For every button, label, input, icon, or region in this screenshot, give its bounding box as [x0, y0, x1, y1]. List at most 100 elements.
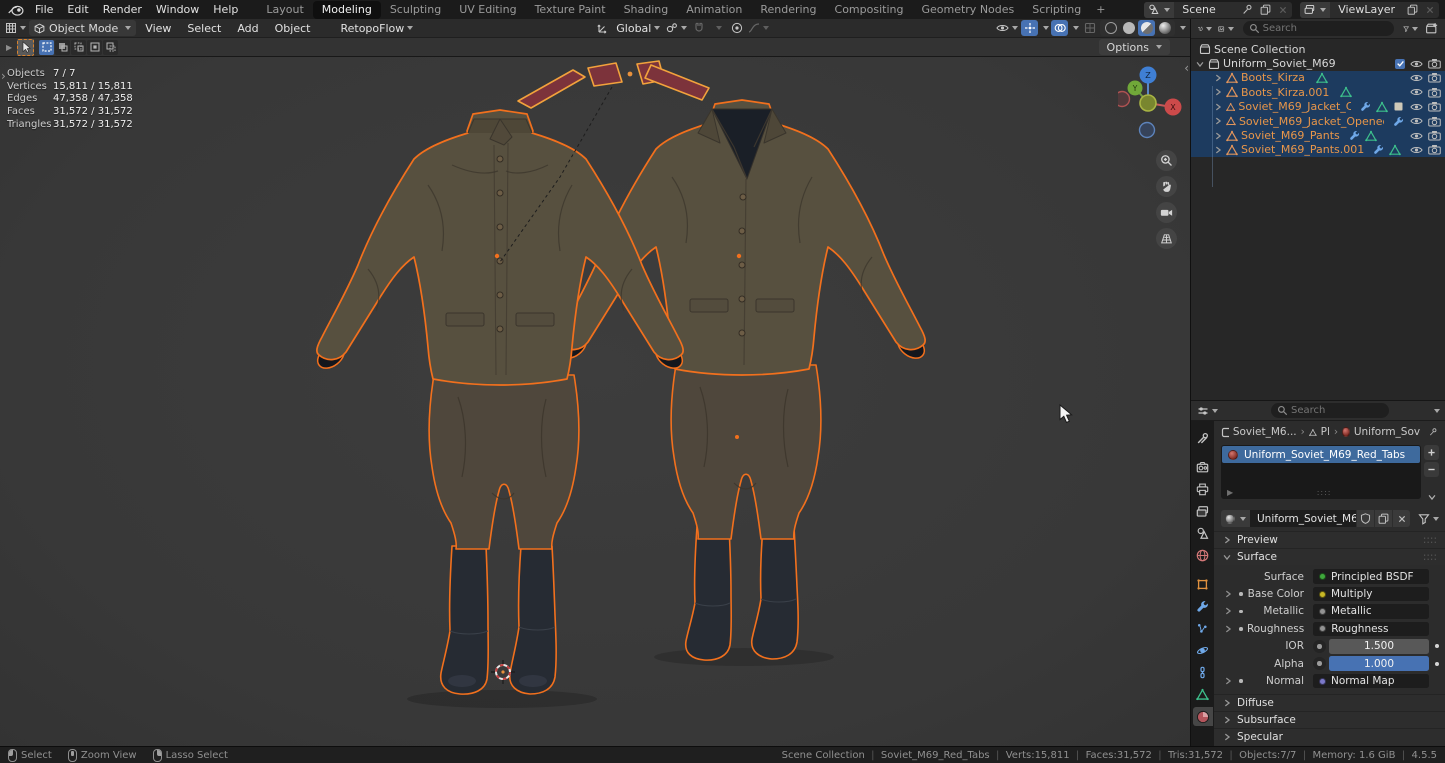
disable-render-icon[interactable] — [1428, 130, 1441, 141]
proportional-editing-toggle[interactable] — [728, 20, 745, 36]
object-name[interactable]: Soviet_M69_Jacket_Closed — [1238, 100, 1351, 113]
material-slot-item[interactable]: Uniform_Soviet_M69_Red_Tabs — [1222, 446, 1420, 463]
breadcrumb-material[interactable]: Uniform_Soviet_... — [1354, 426, 1422, 438]
select-mode-invert[interactable] — [87, 40, 102, 55]
pivot-point-dropdown[interactable] — [665, 20, 688, 36]
tab-output[interactable] — [1193, 480, 1213, 499]
blender-logo-icon[interactable] — [8, 3, 24, 17]
add-workspace-button[interactable]: + — [1090, 1, 1111, 18]
navigation-gizmo[interactable]: Z Y X — [1118, 61, 1182, 254]
panel-surface[interactable]: Surface :::: — [1214, 548, 1445, 565]
tab-view-layer[interactable] — [1193, 502, 1213, 521]
tab-scripting[interactable]: Scripting — [1023, 1, 1090, 19]
tab-scene[interactable] — [1193, 524, 1213, 543]
disable-render-icon[interactable] — [1428, 87, 1441, 98]
ior-slider[interactable]: 1.500 — [1329, 639, 1429, 654]
fake-user-shield-button[interactable] — [1356, 510, 1374, 527]
outliner-row-object[interactable]: Soviet_M69_Jacket_Closed — [1191, 100, 1445, 114]
new-collection-button[interactable] — [1423, 21, 1440, 37]
menu-file[interactable]: File — [28, 3, 60, 16]
collection-checkbox[interactable] — [1395, 59, 1405, 69]
menu-edit[interactable]: Edit — [60, 3, 95, 16]
menu-help[interactable]: Help — [206, 3, 245, 16]
outliner-search-input[interactable] — [1243, 21, 1394, 36]
add-material-slot-button[interactable] — [1424, 445, 1439, 460]
toolbar-toggle-chevron[interactable]: › — [1, 71, 6, 81]
panel-specular[interactable]: Specular — [1214, 728, 1445, 745]
outliner-row-object[interactable]: Soviet_M69_Pants.001 — [1191, 143, 1445, 157]
outliner-editor-type-button[interactable] — [1196, 21, 1213, 37]
scene-browse-button[interactable] — [1144, 2, 1174, 18]
gizmo-center[interactable] — [1140, 95, 1156, 111]
tab-object-data[interactable] — [1193, 685, 1213, 704]
shading-solid-button[interactable] — [1120, 20, 1137, 36]
breadcrumb-mesh[interactable]: Pl — [1321, 426, 1330, 438]
tab-particles[interactable] — [1193, 619, 1213, 638]
roughness-input[interactable]: Roughness — [1313, 622, 1429, 637]
tab-render[interactable] — [1193, 458, 1213, 477]
tab-compositing[interactable]: Compositing — [826, 1, 913, 19]
expand-chevron-icon[interactable] — [1221, 676, 1235, 686]
gizmo-axis-neg-z[interactable] — [1140, 123, 1155, 138]
gizmos-toggle[interactable] — [1021, 20, 1038, 36]
show-object-types-dropdown[interactable] — [995, 20, 1019, 36]
camera-view-button[interactable] — [1156, 202, 1177, 223]
tab-texture-paint[interactable]: Texture Paint — [526, 1, 615, 19]
expand-chevron-icon[interactable] — [1213, 102, 1223, 112]
tab-constraints[interactable] — [1193, 663, 1213, 682]
menu-window[interactable]: Window — [149, 3, 206, 16]
tab-physics[interactable] — [1193, 641, 1213, 660]
hide-eye-icon[interactable] — [1410, 102, 1423, 112]
remove-material-slot-button[interactable] — [1424, 462, 1439, 477]
tab-world[interactable] — [1193, 546, 1213, 565]
expand-chevron-icon[interactable] — [1213, 116, 1223, 126]
object-name[interactable]: Soviet_M69_Pants.001 — [1241, 143, 1364, 156]
collection-name[interactable]: Scene Collection — [1214, 43, 1305, 56]
active-tool-select-box[interactable] — [17, 39, 34, 56]
select-mode-extend[interactable] — [55, 40, 70, 55]
metallic-input[interactable]: Metallic — [1313, 604, 1429, 619]
alpha-decorator[interactable] — [1313, 657, 1326, 670]
panel-subsurface[interactable]: Subsurface — [1214, 711, 1445, 728]
view-layer-name[interactable]: ViewLayer — [1330, 3, 1403, 16]
base-color-input[interactable]: Multiply — [1313, 587, 1429, 602]
keyframe-dot[interactable] — [1435, 662, 1439, 666]
new-view-layer-button[interactable] — [1403, 2, 1421, 18]
view-layer-browse-button[interactable] — [1300, 2, 1330, 18]
disable-render-icon[interactable] — [1428, 58, 1441, 69]
properties-options-chevron[interactable] — [1434, 409, 1440, 413]
perspective-toggle-button[interactable] — [1156, 228, 1177, 249]
proportional-falloff-dropdown[interactable] — [747, 20, 770, 36]
tab-animation[interactable]: Animation — [677, 1, 751, 19]
menu-add[interactable]: Add — [230, 22, 265, 35]
breadcrumb-object[interactable]: Soviet_M6... — [1233, 426, 1297, 438]
snap-settings-dropdown[interactable] — [709, 20, 726, 36]
outliner-row-object[interactable]: Soviet_M69_Jacket_Opened.001 — [1191, 114, 1445, 128]
pin-scene-icon[interactable] — [1238, 2, 1256, 18]
zoom-view-button[interactable] — [1156, 150, 1177, 171]
mode-dropdown[interactable]: Object Mode — [29, 20, 136, 36]
unlink-material-button[interactable] — [1392, 510, 1410, 527]
collapse-chevron-icon[interactable] — [1195, 59, 1205, 69]
properties-search-input[interactable] — [1271, 403, 1389, 418]
list-resize-grip[interactable]: :::: — [1317, 488, 1332, 497]
overlays-toggle[interactable] — [1051, 20, 1068, 36]
xray-toggle[interactable] — [1081, 20, 1098, 36]
outliner-display-mode-button[interactable] — [1217, 21, 1234, 37]
scene-name[interactable]: Scene — [1174, 3, 1238, 16]
pan-view-button[interactable] — [1156, 176, 1177, 197]
shading-wireframe-button[interactable] — [1102, 20, 1119, 36]
expand-chevron-icon[interactable] — [1221, 624, 1235, 634]
tab-object[interactable] — [1193, 575, 1213, 594]
shading-material-preview-button[interactable] — [1138, 20, 1155, 36]
properties-editor-type-button[interactable] — [1196, 403, 1219, 419]
ior-decorator[interactable] — [1313, 640, 1326, 653]
normal-input[interactable]: Normal Map — [1313, 674, 1429, 689]
alpha-slider[interactable]: 1.000 — [1329, 656, 1429, 671]
new-scene-button[interactable] — [1256, 2, 1274, 18]
select-mode-set[interactable] — [39, 40, 54, 55]
material-name-field[interactable]: Uniform_Soviet_M69_Red_Tabs — [1250, 510, 1356, 527]
gizmo-axis-neg-x[interactable] — [1118, 92, 1130, 107]
panel-grip-icon[interactable]: :::: — [1423, 551, 1437, 563]
hide-eye-icon[interactable] — [1410, 73, 1423, 83]
